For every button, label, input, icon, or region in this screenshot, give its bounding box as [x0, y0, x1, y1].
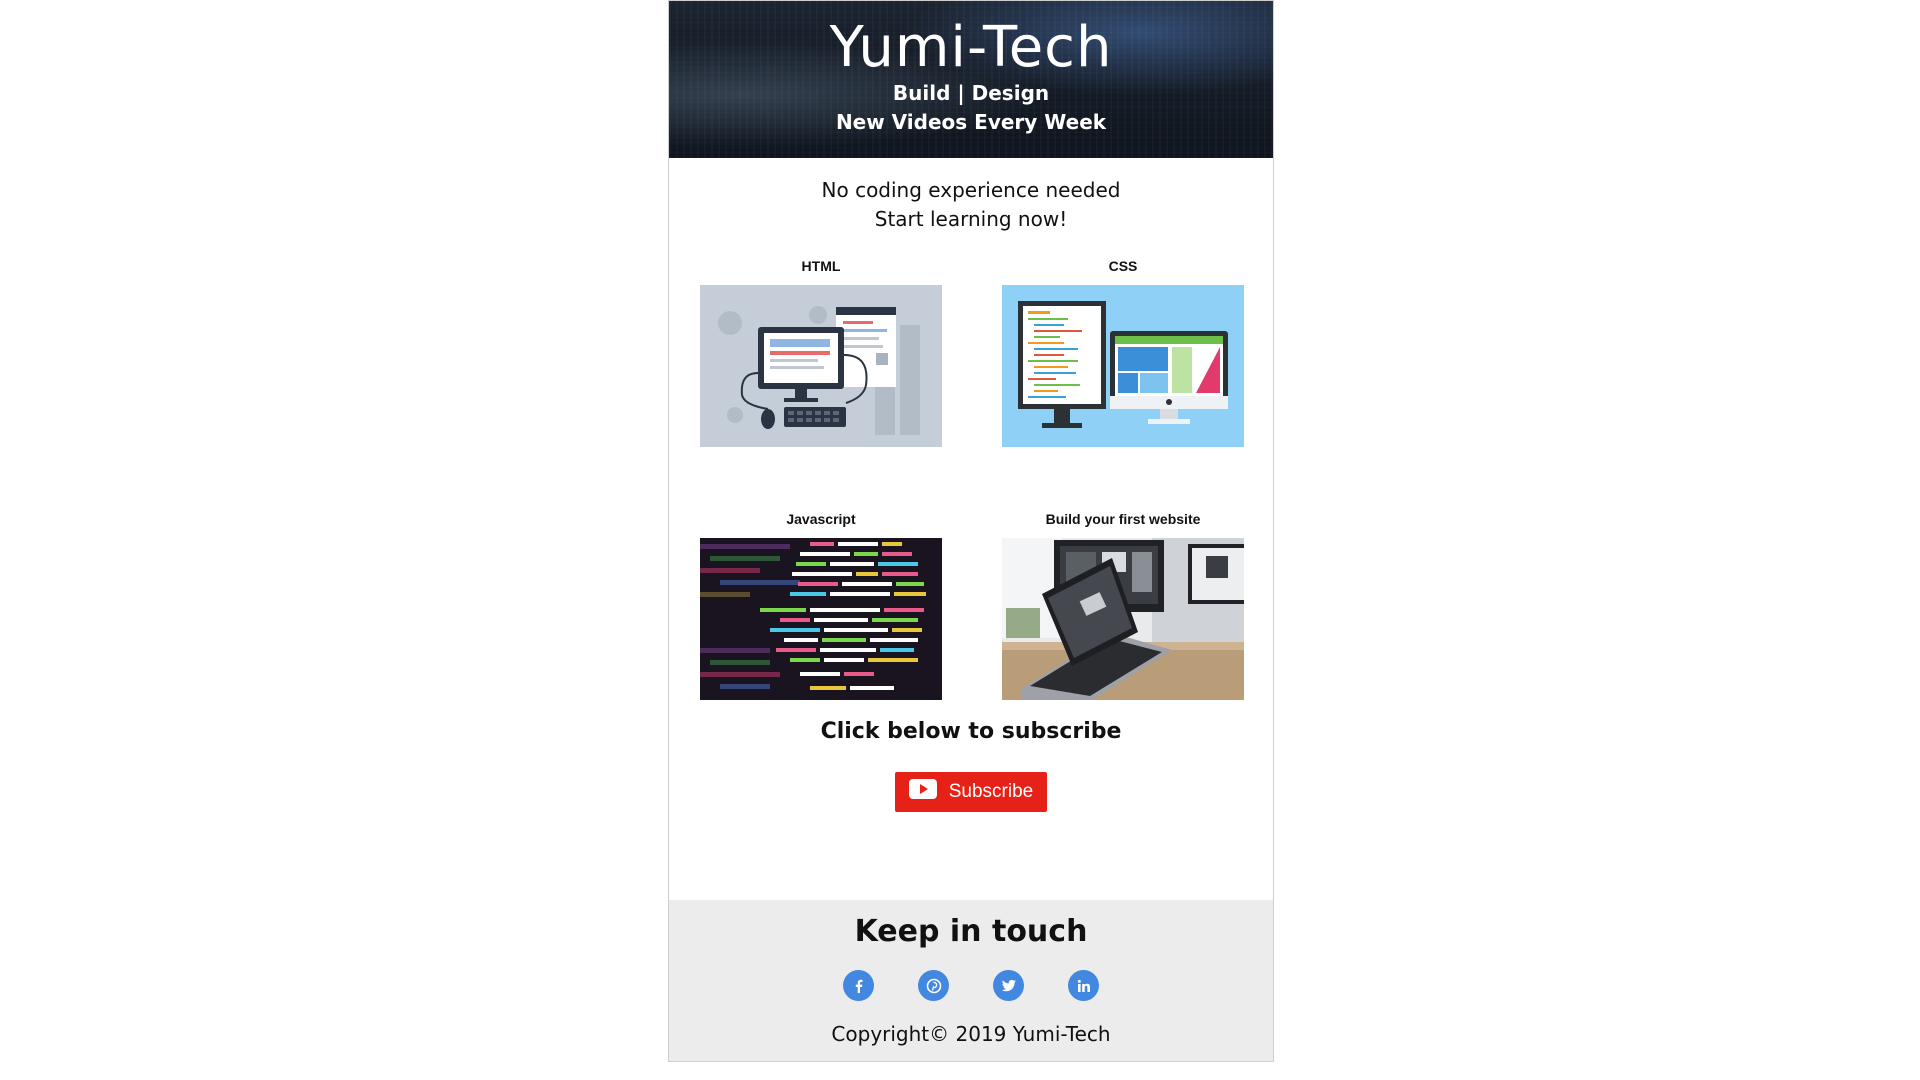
- footer-title: Keep in touch: [854, 914, 1088, 949]
- course-card-css[interactable]: CSS: [1002, 258, 1244, 447]
- youtube-icon: [908, 779, 937, 805]
- social-links: [669, 970, 1273, 1001]
- subscribe-label: Subscribe: [948, 781, 1034, 802]
- laptop-desk-photo-image[interactable]: [1002, 538, 1244, 700]
- tagline: Build | Design: [669, 79, 1273, 108]
- pinterest-icon[interactable]: [918, 970, 949, 1001]
- course-label: Javascript: [786, 511, 856, 527]
- course-card-first-website[interactable]: Build your first website: [1002, 511, 1244, 700]
- intro-line-2: Start learning now!: [874, 207, 1068, 231]
- copyright-text: Copyright© 2019 Yumi-Tech: [831, 1022, 1111, 1046]
- linkedin-icon[interactable]: [1068, 970, 1099, 1001]
- computer-illustration-image[interactable]: [700, 285, 942, 447]
- tagline-separator: |: [957, 81, 965, 105]
- monitors-code-illustration-image[interactable]: [1002, 285, 1244, 447]
- twitter-icon[interactable]: [993, 970, 1024, 1001]
- course-grid: HTML CSS Javascript Build your first web…: [669, 258, 1273, 728]
- intro-text: No coding experience needed Start learni…: [669, 176, 1273, 234]
- tagline-schedule: New Videos Every Week: [835, 110, 1107, 134]
- code-screen-photo-image[interactable]: [700, 538, 942, 700]
- course-card-javascript[interactable]: Javascript: [700, 511, 942, 700]
- tagline-design: Design: [971, 81, 1050, 105]
- course-label: HTML: [801, 258, 841, 274]
- course-label: Build your first website: [1045, 511, 1201, 527]
- intro-line-1: No coding experience needed: [821, 178, 1121, 202]
- course-label: CSS: [1108, 258, 1138, 274]
- tagline-build: Build: [892, 81, 951, 105]
- email-container: Yumi-Tech Build | Design New Videos Ever…: [668, 0, 1274, 1062]
- facebook-icon[interactable]: [843, 970, 874, 1001]
- hero-banner: Yumi-Tech Build | Design New Videos Ever…: [669, 1, 1273, 158]
- site-title: Yumi-Tech: [829, 15, 1113, 80]
- course-card-html[interactable]: HTML: [700, 258, 942, 447]
- footer: Keep in touch Copyright© 2019 Yumi-Tech: [669, 900, 1273, 1061]
- subscribe-button[interactable]: Subscribe: [895, 772, 1047, 812]
